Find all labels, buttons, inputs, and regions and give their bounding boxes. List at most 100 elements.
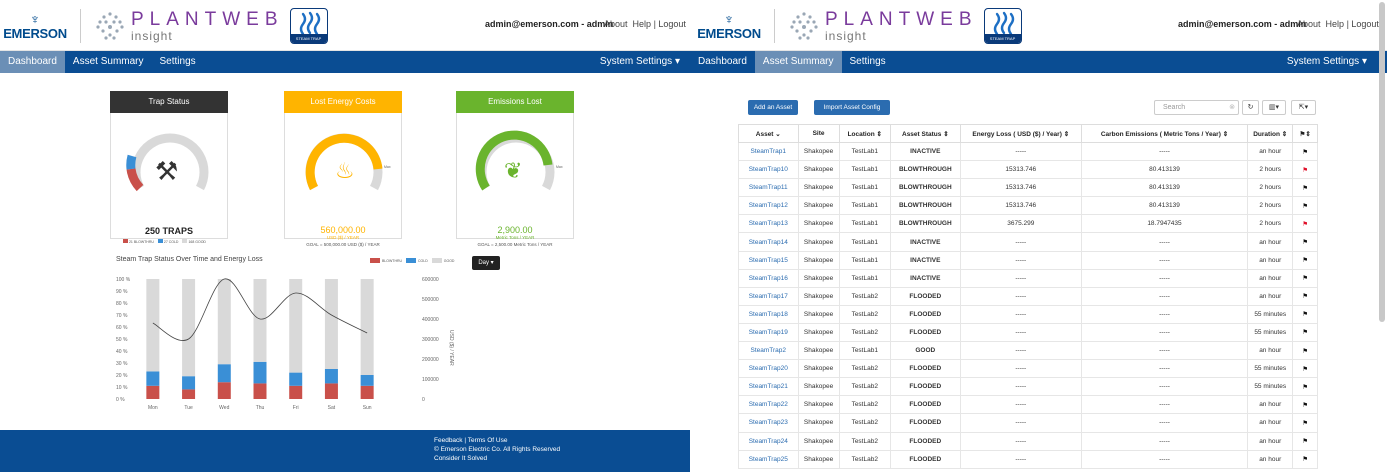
y-tick-right: 600000 [422,277,439,283]
asset-link[interactable]: SteamTrap20 [738,359,799,379]
flag-cell[interactable]: ⚑ [1292,196,1318,216]
export-button[interactable]: ⇱▾ [1291,100,1316,115]
nav-dashboard[interactable]: Dashboard [0,51,65,73]
logout-link[interactable]: Logout [1351,19,1379,29]
asset-link[interactable]: SteamTrap17 [738,286,799,306]
flag-cell[interactable]: ⚑ [1292,178,1318,198]
table-row[interactable]: SteamTrap18 Shakopee TestLab2 FLOODED ----- -… [738,304,1318,324]
steam-trap-badge-text: STEAM TRAP [290,34,327,43]
page-scrollbar[interactable] [1379,2,1385,322]
footer-links[interactable]: Feedback | Terms Of Use [434,437,507,444]
asset-link[interactable]: SteamTrap12 [738,196,799,216]
lost-energy-card[interactable]: Lost Energy Costs Max ♨ 560,000.00 USD (… [284,91,402,247]
flag-cell[interactable]: ⚑ [1292,322,1318,343]
table-row[interactable]: SteamTrap17 Shakopee TestLab2 FLOODED ----- -… [738,286,1318,306]
columns-button[interactable]: ▥▾ [1262,100,1286,115]
nav-system-settings[interactable]: System Settings ▾ [600,51,680,73]
flag-cell[interactable]: ⚑ [1292,341,1318,361]
col-asset[interactable]: Asset ⌄ [738,124,799,143]
add-asset-button[interactable]: Add an Asset [748,100,798,115]
clear-search-icon[interactable]: ⊗ [1229,101,1235,114]
site-cell: Shakopee [797,196,840,216]
asset-link[interactable]: SteamTrap25 [738,449,799,469]
energy-loss-cell: ----- [959,250,1082,270]
x-tick-label: Tue [184,405,193,411]
flag-cell[interactable]: ⚑ [1292,232,1318,252]
legend-blowthru: 21 BLOWTHRU [123,239,154,244]
asset-link[interactable]: SteamTrap22 [738,395,799,415]
table-row[interactable]: SteamTrap22 Shakopee TestLab2 FLOODED ----- -… [738,395,1318,415]
about-link[interactable]: About [604,19,628,29]
emerson-logo[interactable]: ♆ EMERSON [3,12,67,41]
duration-cell: an hour [1247,268,1294,288]
asset-link[interactable]: SteamTrap19 [738,322,799,343]
about-link[interactable]: About [1297,19,1321,29]
asset-link[interactable]: SteamTrap24 [738,431,799,451]
emissions-card[interactable]: Emissions Lost Max ❦ 2,900.00 Metric Ton… [456,91,574,247]
asset-link[interactable]: SteamTrap2 [738,341,799,361]
asset-link[interactable]: SteamTrap1 [738,141,799,162]
emerson-logo[interactable]: ♆ EMERSON [697,12,761,41]
table-row[interactable]: SteamTrap16 Shakopee TestLab1 INACTIVE -----… [738,268,1318,288]
flag-cell[interactable]: ⚑ [1292,141,1318,162]
nav-asset-summary[interactable]: Asset Summary [65,51,152,73]
table-row[interactable]: SteamTrap25 Shakopee TestLab2 FLOODED ----- -… [738,449,1318,469]
asset-link[interactable]: SteamTrap23 [738,413,799,433]
flag-cell[interactable]: ⚑ [1292,395,1318,415]
table-row[interactable]: SteamTrap21 Shakopee TestLab2 FLOODED ----- -… [738,377,1318,397]
asset-link[interactable]: SteamTrap14 [738,232,799,252]
flag-cell[interactable]: ⚑ [1292,268,1318,288]
asset-link[interactable]: SteamTrap21 [738,377,799,397]
table-row[interactable]: SteamTrap2 Shakopee TestLab1 GOOD ----- -----… [738,341,1318,361]
nav-settings[interactable]: Settings [842,51,894,73]
col-asset-status[interactable]: Asset Status ⇕ [889,124,961,143]
table-row[interactable]: SteamTrap19 Shakopee TestLab2 FLOODED ----- -… [738,322,1318,343]
flag-cell[interactable]: ⚑ [1292,250,1318,270]
table-row[interactable]: SteamTrap12 Shakopee TestLab1 BLOWTHROUGH 15… [738,196,1318,216]
asset-link[interactable]: SteamTrap15 [738,250,799,270]
flag-cell[interactable]: ⚑ [1292,377,1318,397]
trap-status-card[interactable]: Trap Status ⚒ 250 TRAPS 21 BLOWTHRU 27 C… [110,91,228,244]
nav-system-settings[interactable]: System Settings ▾ [1287,51,1367,73]
col-carbon-emissions[interactable]: Carbon Emissions ( Metric Tons / Year) ⇕ [1080,124,1249,143]
col-energy-loss[interactable]: Energy Loss ( USD ($) / Year) ⇕ [959,124,1082,143]
nav-settings[interactable]: Settings [152,51,204,73]
flag-cell[interactable]: ⚑ [1292,413,1318,433]
search-input[interactable]: Search ⊗ [1154,100,1239,115]
col-location[interactable]: Location ⇕ [838,124,891,143]
flag-cell[interactable]: ⚑ [1292,214,1318,234]
help-link[interactable]: Help [633,19,652,29]
asset-link[interactable]: SteamTrap16 [738,268,799,288]
asset-link[interactable]: SteamTrap13 [738,214,799,234]
table-row[interactable]: SteamTrap15 Shakopee TestLab1 INACTIVE -----… [738,250,1318,270]
site-cell: Shakopee [797,178,840,198]
table-row[interactable]: SteamTrap1 Shakopee TestLab1 INACTIVE ----- -… [738,141,1318,162]
table-row[interactable]: SteamTrap24 Shakopee TestLab2 FLOODED ----- -… [738,431,1318,451]
table-row[interactable]: SteamTrap10 Shakopee TestLab1 BLOWTHROUGH 15… [738,160,1318,180]
flag-cell[interactable]: ⚑ [1292,304,1318,324]
table-row[interactable]: SteamTrap20 Shakopee TestLab2 FLOODED ----- -… [738,359,1318,379]
table-row[interactable]: SteamTrap14 Shakopee TestLab1 INACTIVE -----… [738,232,1318,252]
nav-asset-summary[interactable]: Asset Summary [754,51,842,73]
flag-cell[interactable]: ⚑ [1292,431,1318,451]
import-asset-config-button[interactable]: Import Asset Config [814,100,890,115]
refresh-button[interactable]: ↻ [1242,100,1259,115]
asset-link[interactable]: SteamTrap18 [738,304,799,324]
flag-cell[interactable]: ⚑ [1292,286,1318,306]
day-dropdown[interactable]: Day ▾ [472,256,500,270]
flag-cell[interactable]: ⚑ [1292,449,1318,469]
help-link[interactable]: Help [1326,19,1345,29]
table-row[interactable]: SteamTrap13 Shakopee TestLab1 BLOWTHROUGH 36… [738,214,1318,234]
status-cell: FLOODED [889,413,961,433]
logout-link[interactable]: Logout [658,19,686,29]
flag-cell[interactable]: ⚑ [1292,160,1318,180]
asset-link[interactable]: SteamTrap10 [738,160,799,180]
nav-dashboard[interactable]: Dashboard [690,51,755,73]
col-site[interactable]: Site [797,124,840,143]
table-row[interactable]: SteamTrap11 Shakopee TestLab1 BLOWTHROUGH 15… [738,178,1318,198]
flag-cell[interactable]: ⚑ [1292,359,1318,379]
table-row[interactable]: SteamTrap23 Shakopee TestLab2 FLOODED ----- -… [738,413,1318,433]
asset-link[interactable]: SteamTrap11 [738,178,799,198]
col-duration[interactable]: Duration ⇕ [1247,124,1294,143]
col-flag[interactable]: ⚑⇕ [1292,124,1318,143]
